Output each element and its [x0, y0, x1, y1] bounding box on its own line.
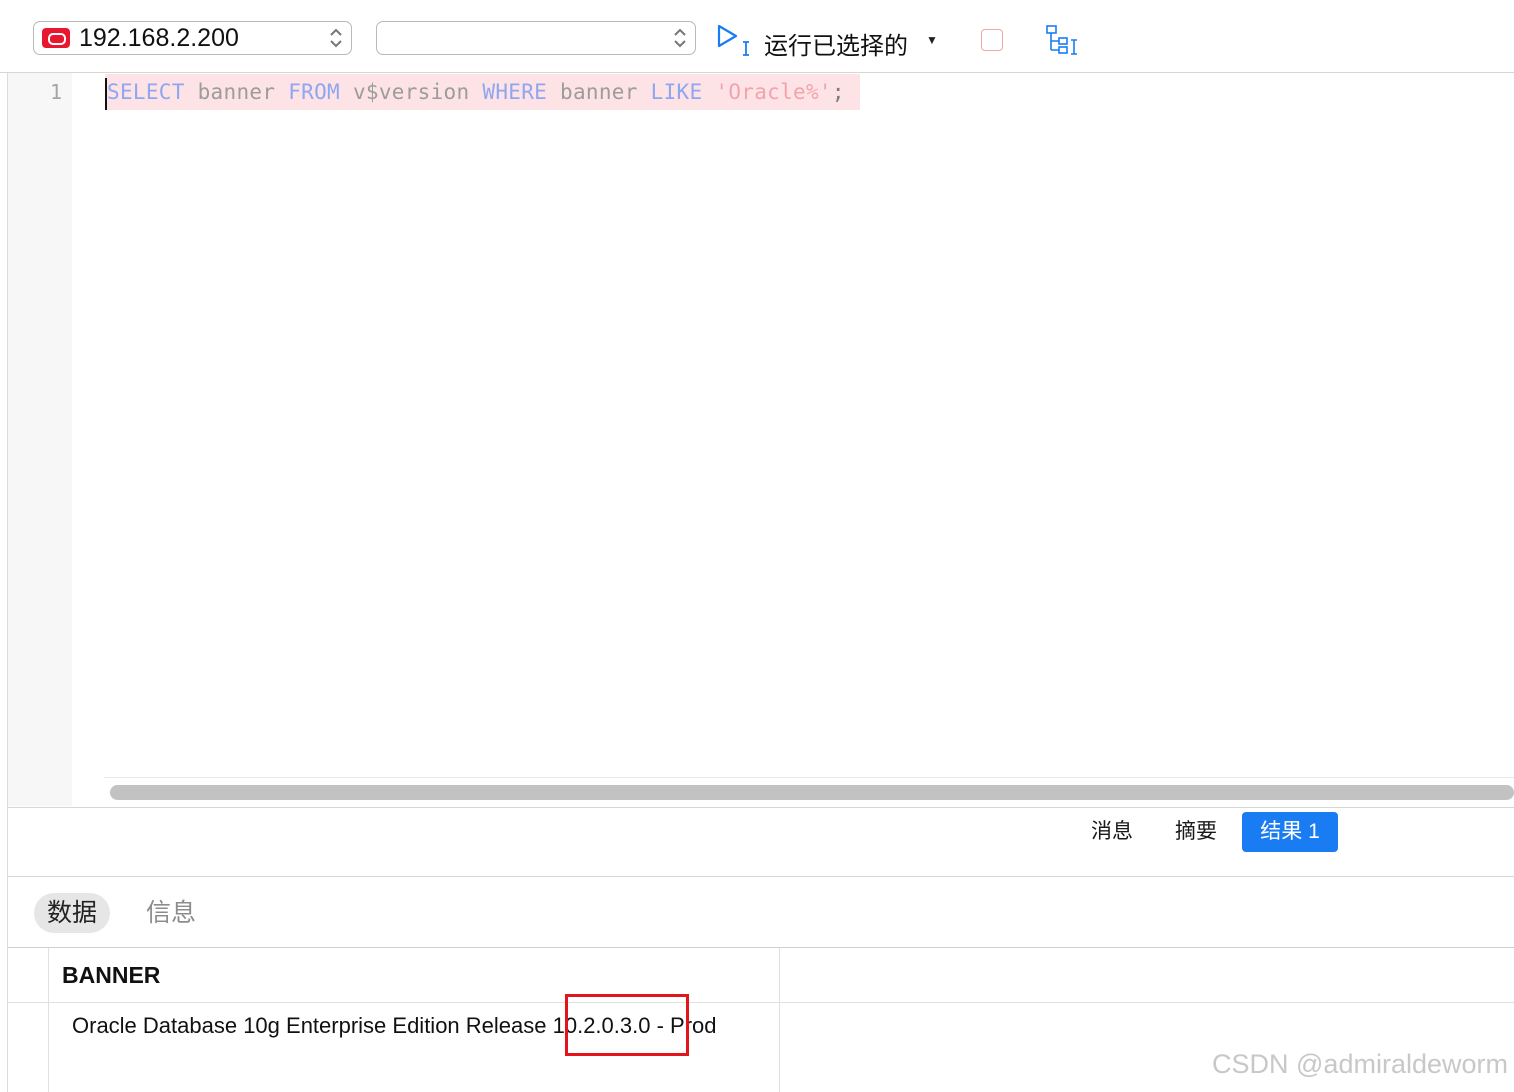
string-literal: 'Oracle%' — [715, 80, 832, 104]
connection-label: 192.168.2.200 — [79, 24, 239, 52]
run-selected-label: 运行已选择的 — [764, 33, 908, 60]
table-name: v$version — [340, 80, 483, 104]
version-highlight-box — [565, 994, 689, 1056]
column-name: banner — [184, 80, 289, 104]
tab-messages[interactable]: 消息 — [1074, 812, 1150, 852]
connection-select[interactable]: 192.168.2.200 — [33, 21, 352, 55]
column-divider[interactable] — [779, 948, 780, 1092]
select-stepper-icon — [329, 27, 343, 49]
row-header-divider — [48, 948, 49, 1092]
select-stepper-icon — [673, 27, 687, 49]
text-cursor — [105, 78, 107, 110]
grid-top-border — [8, 947, 1514, 948]
stop-icon[interactable] — [981, 29, 1003, 51]
keyword-select: SELECT — [107, 80, 185, 104]
column-name: banner — [547, 80, 651, 104]
keyword-like: LIKE — [650, 80, 703, 104]
header-row-divider — [8, 1002, 1514, 1003]
semicolon: ; — [831, 80, 845, 104]
schema-select[interactable] — [376, 21, 696, 55]
column-header-banner[interactable]: BANNER — [62, 962, 160, 989]
keyword-where: WHERE — [482, 80, 548, 104]
chevron-down-icon: ▼ — [926, 33, 938, 47]
subtab-data[interactable]: 数据 — [34, 893, 110, 933]
keyword-from: FROM — [288, 80, 340, 104]
explain-plan-icon[interactable] — [1045, 24, 1081, 63]
watermark: CSDN @admiraldeworm — [1212, 1049, 1508, 1079]
subtab-info[interactable]: 信息 — [146, 893, 196, 933]
run-selection-icon — [716, 24, 756, 63]
editor-gutter — [8, 73, 72, 806]
tab-summary[interactable]: 摘要 — [1158, 812, 1234, 852]
tab-result-1[interactable]: 结果 1 — [1242, 812, 1338, 852]
horizontal-scrollbar-thumb[interactable] — [110, 785, 1514, 800]
oracle-connection-icon — [42, 28, 70, 48]
sql-editor-line[interactable]: SELECT banner FROM v$version WHERE banne… — [107, 79, 845, 105]
line-number: 1 — [50, 80, 63, 104]
